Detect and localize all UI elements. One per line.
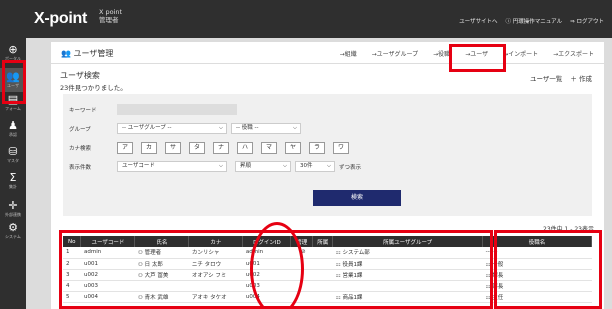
person-icon: ♟ bbox=[8, 119, 18, 132]
user-site-link[interactable]: ユーザサイトへ bbox=[459, 17, 497, 25]
top-links: ユーザサイトへ ⓘ 円環操作マニュアル ⇒ ログアウト bbox=[459, 17, 604, 25]
sidebar-item-system[interactable]: ⚙ システム bbox=[0, 221, 26, 240]
keyword-label: キーワード bbox=[69, 108, 97, 114]
page-title-text: ユーザ管理 bbox=[73, 49, 114, 58]
display-suffix: ずつ表示 bbox=[339, 165, 362, 171]
kana-button-ta[interactable]: タ bbox=[189, 142, 205, 154]
globe-icon: ⊕ bbox=[8, 43, 18, 56]
kana-button-wa[interactable]: ワ bbox=[333, 142, 349, 154]
nav-export[interactable]: →エクスポート bbox=[553, 49, 594, 58]
kana-button-ra[interactable]: ラ bbox=[309, 142, 325, 154]
sidebar-item-label: フォーム bbox=[5, 106, 21, 111]
highlight-oval-admin-column bbox=[250, 222, 304, 309]
page-title: 👥 ユーザ管理 bbox=[61, 48, 113, 59]
highlight-box-sidebar-users bbox=[2, 60, 26, 104]
users-icon: 👥 bbox=[61, 49, 74, 58]
chevron-down-icon: ⌵ bbox=[326, 163, 331, 169]
kana-search-label: カナ検索 bbox=[69, 146, 92, 152]
user-list-button[interactable]: ユーザ一覧 bbox=[530, 73, 562, 83]
kana-button-a[interactable]: ア bbox=[117, 142, 133, 154]
nav-user-group[interactable]: →ユーザグループ bbox=[372, 49, 419, 58]
kana-button-ka[interactable]: カ bbox=[141, 142, 157, 154]
app-subtitle-line1: X point bbox=[99, 8, 123, 16]
kana-button-ma[interactable]: マ bbox=[261, 142, 277, 154]
database-icon: ⛁ bbox=[8, 145, 18, 158]
page-header: 👥 ユーザ管理 →組織 →ユーザグループ →役職 →ユーザ →インポート →エク… bbox=[51, 42, 604, 64]
chevron-down-icon: ⌵ bbox=[292, 125, 297, 131]
app-window: X-point X point 管理者 ユーザサイトへ ⓘ 円環操作マニュアル … bbox=[0, 0, 612, 309]
cross-icon: ✛ bbox=[8, 199, 18, 212]
sidebar-item-label: 集計 bbox=[9, 184, 17, 189]
app-subtitle-line2: 管理者 bbox=[99, 16, 119, 24]
kana-button-ya[interactable]: ヤ bbox=[285, 142, 301, 154]
highlight-box-table-position bbox=[494, 230, 602, 309]
manual-link[interactable]: ⓘ 円環操作マニュアル bbox=[506, 17, 563, 25]
page-actions: ユーザ一覧 ＋ 作成 bbox=[530, 73, 592, 83]
nav-organization[interactable]: →組織 bbox=[340, 49, 357, 58]
nav-position[interactable]: →役職 bbox=[433, 49, 450, 58]
search-form: キーワード グループ -- ユーザグループ -- ⌵ -- 役職 -- ⌵ カナ検索… bbox=[63, 94, 592, 216]
result-count-message: 23件見つかりました。 bbox=[60, 84, 127, 92]
kana-button-na[interactable]: ナ bbox=[213, 142, 229, 154]
app-subtitle: X point 管理者 bbox=[99, 8, 122, 24]
sidebar-item-portal[interactable]: ⊕ ポータル bbox=[0, 43, 26, 62]
kana-button-sa[interactable]: サ bbox=[165, 142, 181, 154]
display-count-label: 表示件数 bbox=[69, 165, 92, 171]
search-section-title: ユーザ検索 bbox=[60, 71, 100, 80]
logout-link[interactable]: ⇒ ログアウト bbox=[570, 17, 604, 25]
sidebar-item-approval[interactable]: ♟ 承認 bbox=[0, 119, 26, 138]
page-size-select[interactable]: 30件 ⌵ bbox=[295, 161, 335, 172]
chevron-down-icon: ⌵ bbox=[282, 163, 287, 169]
position-select[interactable]: -- 役職 -- ⌵ bbox=[231, 123, 301, 134]
kana-button-ha[interactable]: ハ bbox=[237, 142, 253, 154]
top-bar: X-point X point 管理者 ユーザサイトへ ⓘ 円環操作マニュアル … bbox=[0, 0, 612, 38]
order-select-value: 昇順 bbox=[240, 163, 252, 169]
sidebar-item-external[interactable]: ✛ 外部連携 bbox=[0, 199, 26, 218]
group-label: グループ bbox=[69, 127, 91, 133]
sort-select-value: ユーザコード bbox=[122, 163, 155, 169]
create-button[interactable]: ＋ 作成 bbox=[570, 73, 592, 83]
sigma-icon: Σ bbox=[9, 171, 17, 184]
keyword-input[interactable] bbox=[117, 104, 237, 115]
sidebar-item-label: マスタ bbox=[7, 158, 19, 163]
sort-select[interactable]: ユーザコード ⌵ bbox=[117, 161, 227, 172]
nav-import[interactable]: →インポート bbox=[503, 49, 538, 58]
sidebar-item-summary[interactable]: Σ 集計 bbox=[0, 171, 26, 190]
sidebar-item-label: 承認 bbox=[9, 132, 17, 137]
chevron-down-icon: ⌵ bbox=[218, 163, 223, 169]
gear-icon: ⚙ bbox=[8, 221, 18, 234]
sidebar-item-label: 外部連携 bbox=[5, 212, 21, 217]
search-button[interactable]: 検索 bbox=[313, 190, 401, 206]
sidebar-item-master[interactable]: ⛁ マスタ bbox=[0, 145, 26, 164]
page-size-select-value: 30件 bbox=[300, 163, 313, 169]
app-logo[interactable]: X-point bbox=[34, 10, 87, 28]
highlight-box-nav-user bbox=[449, 44, 506, 72]
chevron-down-icon: ⌵ bbox=[218, 125, 223, 131]
group-select-value: -- ユーザグループ -- bbox=[122, 125, 172, 131]
order-select[interactable]: 昇順 ⌵ bbox=[235, 161, 291, 172]
group-select[interactable]: -- ユーザグループ -- ⌵ bbox=[117, 123, 227, 134]
position-select-value: -- 役職 -- bbox=[236, 125, 259, 131]
sidebar-item-label: システム bbox=[5, 234, 21, 239]
